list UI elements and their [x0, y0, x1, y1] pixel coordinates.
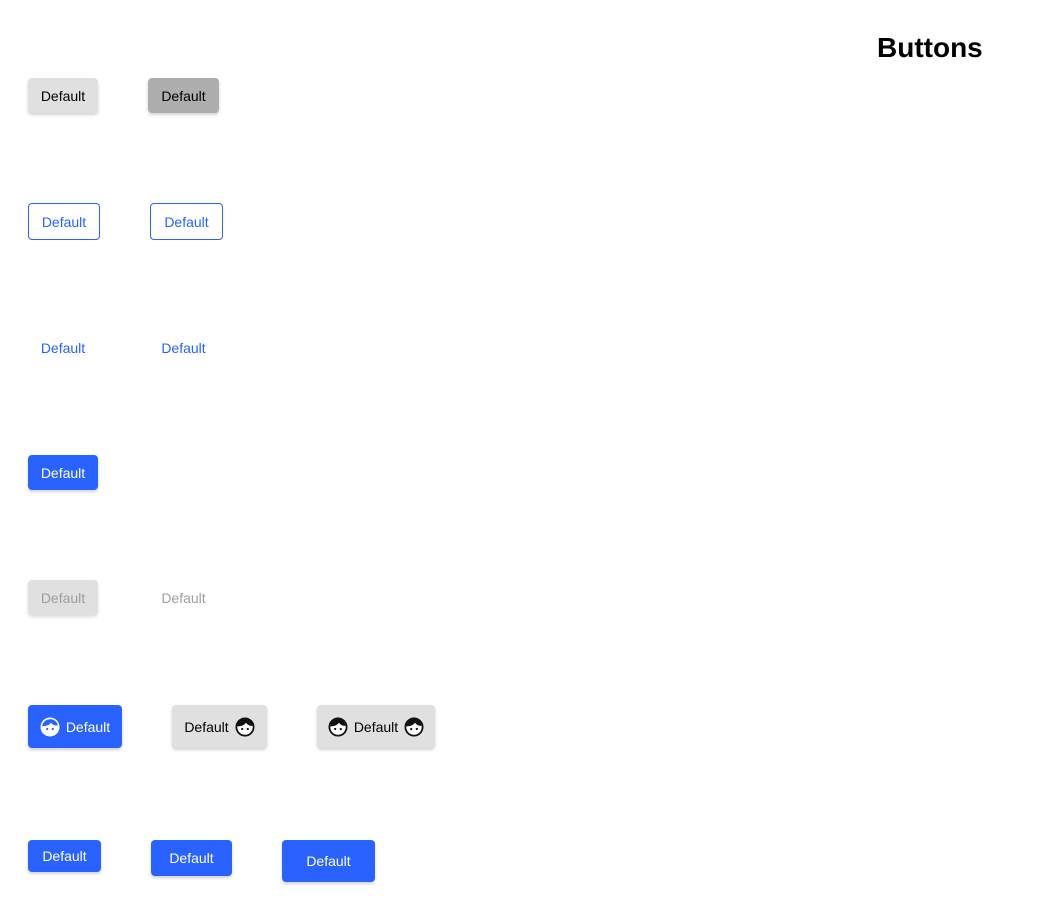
large-size-button[interactable]: Default	[282, 840, 375, 882]
face-icon	[235, 716, 255, 737]
text-hover-button[interactable]: Default	[148, 330, 219, 365]
button-label: Default	[184, 718, 229, 735]
outlined-default-button[interactable]: Default	[28, 203, 100, 240]
start-icon-button[interactable]: Default	[28, 705, 122, 748]
disabled-text-button[interactable]: Default	[148, 580, 219, 615]
contained-default-button[interactable]: Default	[28, 78, 98, 113]
button-label: Default	[41, 213, 87, 230]
button-label: Default	[65, 718, 111, 735]
button-label: Default	[42, 848, 87, 864]
both-icons-button[interactable]: Default	[317, 705, 435, 748]
button-label: Default	[40, 464, 86, 481]
face-icon	[404, 716, 424, 737]
button-label: Default	[161, 339, 206, 356]
button-label: Default	[353, 718, 399, 735]
button-label: Default	[306, 853, 351, 869]
button-label: Default	[161, 87, 206, 104]
face-icon	[328, 716, 348, 737]
button-label: Default	[40, 589, 86, 606]
small-size-button[interactable]: Default	[28, 840, 101, 872]
disabled-contained-button[interactable]: Default	[28, 580, 98, 615]
button-label: Default	[161, 589, 206, 606]
page-title: Buttons	[877, 32, 983, 63]
outlined-hover-button[interactable]: Default	[150, 203, 223, 240]
button-label: Default	[169, 850, 214, 866]
primary-button[interactable]: Default	[28, 455, 98, 490]
button-label: Default	[40, 339, 86, 356]
text-default-button[interactable]: Default	[28, 330, 98, 365]
face-icon	[40, 717, 60, 737]
button-label: Default	[164, 213, 209, 230]
end-icon-button[interactable]: Default	[172, 705, 267, 748]
contained-hover-button[interactable]: Default	[148, 78, 219, 113]
button-label: Default	[40, 87, 86, 104]
medium-size-button[interactable]: Default	[151, 840, 232, 876]
